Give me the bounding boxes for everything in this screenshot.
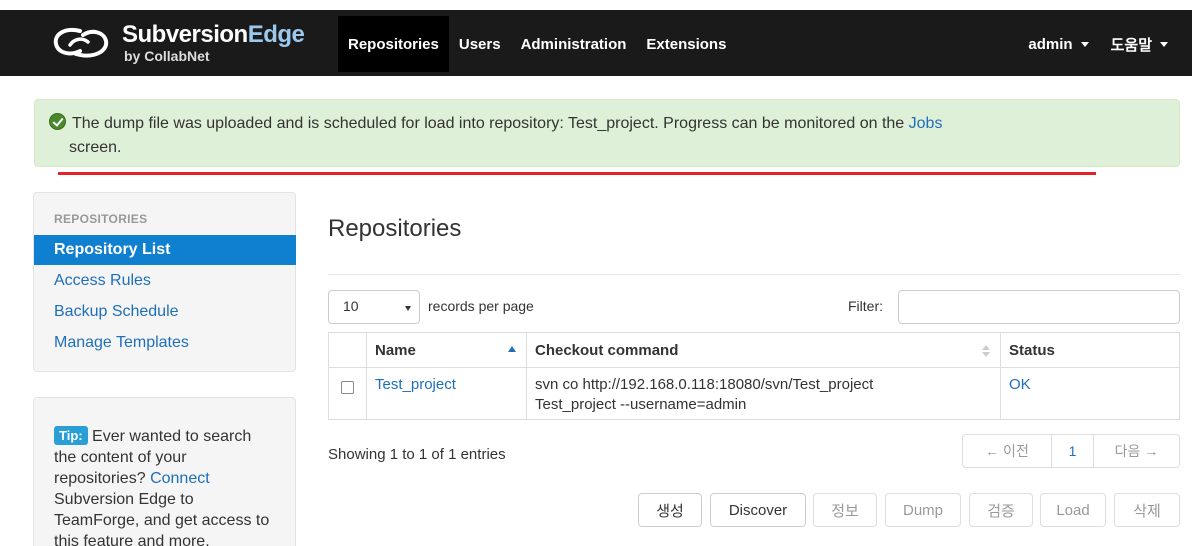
repositories-table: Name Checkout command Status Test_projec…: [328, 332, 1180, 420]
alert-message-end: screen.: [69, 139, 122, 156]
tip-badge: Tip:: [54, 426, 88, 445]
pagination-prev[interactable]: ← 이전: [963, 435, 1051, 467]
brand-byline: by CollabNet: [124, 48, 210, 64]
column-header-checkout-command[interactable]: Checkout command: [526, 332, 1001, 368]
user-menu-dropdown[interactable]: admin: [1028, 36, 1089, 53]
status-link[interactable]: OK: [1009, 376, 1031, 393]
verify-button[interactable]: 검증: [969, 493, 1033, 527]
annotation-underline: [58, 172, 1096, 175]
records-per-page-label: records per page: [428, 298, 534, 314]
filter-label: Filter:: [848, 298, 883, 314]
table-header-row: Name Checkout command Status: [328, 332, 1180, 368]
create-button[interactable]: 생성: [638, 493, 702, 527]
nav-extensions[interactable]: Extensions: [636, 16, 736, 72]
top-navbar: SubversionEdge by CollabNet Repositories…: [0, 10, 1192, 76]
select-column-header: [328, 332, 367, 368]
collabnet-logo-icon: [53, 28, 109, 58]
chevron-down-icon: [405, 306, 411, 311]
sidebar-item-repository-list[interactable]: Repository List: [34, 235, 296, 265]
success-alert: The dump file was uploaded and is schedu…: [34, 99, 1180, 167]
pagination-next[interactable]: 다음 →: [1093, 435, 1179, 467]
chevron-down-icon: [1080, 41, 1089, 47]
alert-message: The dump file was uploaded and is schedu…: [72, 115, 909, 132]
page-title: Repositories: [328, 215, 462, 242]
tip-text-end: Subversion Edge to TeamForge, and get ac…: [54, 491, 270, 546]
pagination: ← 이전 1 다음 →: [962, 434, 1180, 468]
column-header-status[interactable]: Status: [1000, 332, 1180, 368]
checkout-command-line1: svn co http://192.168.0.118:18080/svn/Te…: [535, 376, 874, 393]
sidebar-item-manage-templates[interactable]: Manage Templates: [34, 328, 296, 358]
load-button[interactable]: Load: [1040, 493, 1106, 527]
nav-repositories[interactable]: Repositories: [338, 16, 449, 72]
dump-button[interactable]: Dump: [885, 493, 961, 527]
table-row: Test_project svn co http://192.168.0.118…: [328, 367, 1180, 420]
repo-name-cell: Test_project: [366, 367, 527, 420]
info-button[interactable]: 정보: [813, 493, 877, 527]
pagination-page-1[interactable]: 1: [1051, 435, 1093, 467]
table-info: Showing 1 to 1 of 1 entries: [328, 446, 506, 463]
sidebar-item-access-rules[interactable]: Access Rules: [34, 266, 296, 296]
sidebar-header: REPOSITORIES: [54, 212, 148, 226]
row-checkbox[interactable]: [341, 381, 354, 394]
connect-link[interactable]: Connect: [150, 470, 210, 487]
sort-ascending-icon: [508, 346, 516, 352]
checkout-command-line2: Test_project --username=admin: [535, 396, 747, 413]
column-header-name[interactable]: Name: [366, 332, 527, 368]
divider: [328, 274, 1180, 275]
nav-administration[interactable]: Administration: [511, 16, 637, 72]
brand-name: SubversionEdge: [122, 21, 305, 48]
checkout-command-cell: svn co http://192.168.0.118:18080/svn/Te…: [526, 367, 1001, 420]
jobs-link[interactable]: Jobs: [909, 115, 943, 132]
help-menu-dropdown[interactable]: 도움말: [1111, 34, 1168, 55]
delete-button[interactable]: 삭제: [1114, 493, 1180, 527]
sidebar-item-backup-schedule[interactable]: Backup Schedule: [34, 297, 296, 327]
status-cell: OK: [1000, 367, 1180, 420]
tip-panel: Tip: Ever wanted to search the content o…: [33, 397, 296, 546]
records-per-page-select[interactable]: 10: [328, 290, 420, 324]
main-nav: Repositories Users Administration Extens…: [338, 16, 736, 72]
repo-name-link[interactable]: Test_project: [375, 376, 456, 393]
check-circle-icon: [49, 113, 66, 130]
sort-icon: [982, 345, 990, 357]
discover-button[interactable]: Discover: [710, 493, 806, 527]
row-select-cell: [328, 367, 367, 420]
chevron-down-icon: [1160, 41, 1168, 47]
brand-logo-link[interactable]: SubversionEdge by CollabNet: [50, 18, 305, 68]
nav-users[interactable]: Users: [449, 16, 511, 72]
sidebar-nav: REPOSITORIES Repository List Access Rule…: [33, 192, 296, 372]
filter-input[interactable]: [898, 290, 1180, 324]
